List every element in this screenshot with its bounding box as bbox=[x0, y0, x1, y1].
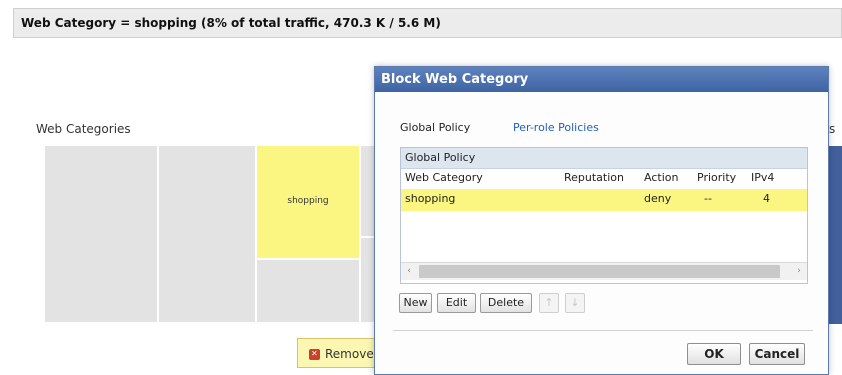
edit-button[interactable]: Edit bbox=[437, 293, 476, 313]
treemap-tile-label: shopping bbox=[287, 196, 329, 206]
delete-button[interactable]: Delete bbox=[480, 293, 532, 313]
tab-global-policy[interactable]: Global Policy bbox=[400, 121, 470, 134]
scrollbar-thumb[interactable] bbox=[419, 265, 780, 278]
grid-caption: Global Policy bbox=[401, 148, 807, 169]
cell-action: deny bbox=[644, 192, 672, 205]
block-web-category-dialog: Block Web Category Global Policy Per-rol… bbox=[374, 66, 829, 375]
treemap-tile[interactable] bbox=[361, 238, 374, 322]
grid-header-row: Web Category Reputation Action Priority … bbox=[401, 168, 807, 188]
remove-x-icon bbox=[309, 349, 320, 360]
cell-priority: -- bbox=[704, 192, 712, 205]
column-header-priority[interactable]: Priority bbox=[697, 171, 736, 184]
new-button[interactable]: New bbox=[399, 293, 432, 313]
remove-button-label: Remove bbox=[325, 347, 374, 361]
move-up-icon[interactable]: ↑ bbox=[539, 293, 559, 313]
column-header-reputation[interactable]: Reputation bbox=[564, 171, 624, 184]
grid-caption-text: Global Policy bbox=[405, 151, 476, 164]
horizontal-scrollbar[interactable]: ‹ › bbox=[401, 262, 807, 280]
tab-per-role-policies[interactable]: Per-role Policies bbox=[513, 121, 599, 134]
web-categories-title: Web Categories bbox=[36, 122, 131, 136]
cancel-button[interactable]: Cancel bbox=[749, 343, 805, 365]
ok-button[interactable]: OK bbox=[687, 343, 741, 365]
treemap-tile-shopping[interactable]: shopping bbox=[257, 146, 359, 258]
column-header-web-category[interactable]: Web Category bbox=[405, 171, 483, 184]
dialog-divider bbox=[393, 330, 813, 331]
table-row[interactable]: shopping deny -- 4 bbox=[401, 189, 807, 211]
treemap-tile[interactable] bbox=[828, 146, 842, 324]
column-header-action[interactable]: Action bbox=[644, 171, 678, 184]
filter-header-text: Web Category = shopping (8% of total tra… bbox=[21, 16, 441, 30]
treemap-tile[interactable] bbox=[159, 146, 255, 322]
cell-ipv4: 4 bbox=[763, 192, 770, 205]
column-header-ipv4[interactable]: IPv4 bbox=[751, 171, 774, 184]
treemap-tile[interactable] bbox=[361, 146, 374, 236]
treemap-tile[interactable] bbox=[45, 146, 157, 322]
section-title-fragment: s bbox=[829, 122, 836, 136]
filter-header: Web Category = shopping (8% of total tra… bbox=[13, 8, 842, 38]
policy-grid: Global Policy Web Category Reputation Ac… bbox=[400, 147, 808, 284]
dialog-title: Block Web Category bbox=[381, 72, 529, 87]
cell-web-category: shopping bbox=[405, 192, 456, 205]
treemap-tile[interactable] bbox=[257, 260, 359, 322]
scroll-right-icon[interactable]: › bbox=[791, 263, 807, 280]
dialog-title-bar[interactable]: Block Web Category bbox=[375, 67, 828, 92]
scroll-left-icon[interactable]: ‹ bbox=[401, 263, 417, 280]
move-down-icon[interactable]: ↓ bbox=[565, 293, 585, 313]
